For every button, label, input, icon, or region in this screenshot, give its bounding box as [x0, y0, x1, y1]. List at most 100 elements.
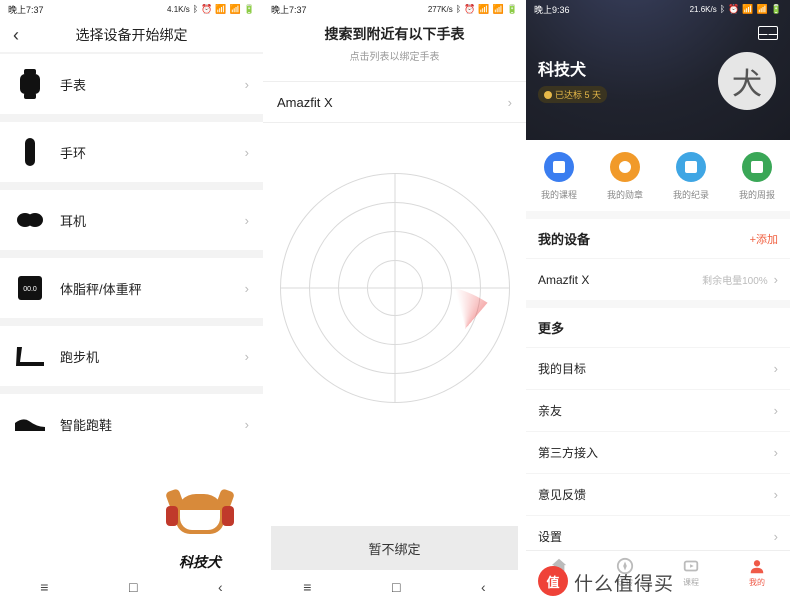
status-net: 21.6K/s [690, 5, 717, 14]
category-label: 手环 [60, 143, 245, 162]
chevron-right-icon: › [245, 213, 249, 228]
status-time: 晚上7:37 [8, 3, 44, 16]
nav-home-icon[interactable]: □ [392, 579, 400, 595]
device-row[interactable]: Amazfit X 剩余电量100% › [526, 258, 790, 300]
device-name: Amazfit X [277, 95, 333, 110]
wifi-icon: 📶 [230, 5, 241, 14]
search-title: 搜索到附近有以下手表 [263, 24, 526, 44]
device-name: Amazfit X [538, 273, 589, 287]
profile-hero: 晚上9:36 21.6K/s ᛒ ⏰ 📶 📶 🔋 科技犬 已达标 5 天 犬 [526, 0, 790, 140]
status-time: 晚上9:36 [534, 3, 570, 16]
signal-icon: 📶 [215, 5, 226, 14]
wifi-icon: 📶 [757, 5, 768, 14]
more-feedback[interactable]: 意见反馈 › [526, 473, 790, 515]
tab-mine[interactable]: 我的 [724, 551, 790, 600]
screen-device-categories: 晚上7:37 4.1K/s ᛒ ⏰ 📶 📶 🔋 ‹ 选择设备开始绑定 手表 › … [0, 0, 263, 600]
medal-icon [610, 152, 640, 182]
shoe-icon [12, 406, 48, 442]
svg-text:00.0: 00.0 [23, 286, 37, 293]
band-icon [12, 134, 48, 170]
list-icon [676, 152, 706, 182]
chevron-right-icon: › [774, 361, 778, 376]
nav-back-icon[interactable]: ‹ [481, 579, 486, 595]
more-friends[interactable]: 亲友 › [526, 389, 790, 431]
radar-scanner [280, 173, 510, 403]
bluetooth-icon: ᛒ [456, 5, 461, 14]
quick-my-badges[interactable]: 我的勋章 [592, 152, 658, 201]
device-battery: 剩余电量100% [702, 272, 768, 287]
category-watch[interactable]: 手表 › [0, 54, 263, 114]
quick-my-records[interactable]: 我的纪录 [658, 152, 724, 201]
person-icon [748, 557, 766, 575]
more-goals[interactable]: 我的目标 › [526, 347, 790, 389]
streak-badge: 已达标 5 天 [538, 86, 607, 103]
chevron-right-icon: › [245, 145, 249, 160]
status-time: 晚上7:37 [271, 3, 307, 16]
quick-links-grid: 我的课程 我的勋章 我的纪录 我的周报 [526, 140, 790, 211]
bluetooth-icon: ᛒ [720, 5, 725, 14]
calendar-icon [742, 152, 772, 182]
bluetooth-icon: ᛒ [193, 5, 198, 14]
category-treadmill[interactable]: 跑步机 › [0, 326, 263, 386]
mascot-watermark: 科技犬 [155, 494, 245, 572]
category-scale[interactable]: 00.0 体脂秤/体重秤 › [0, 258, 263, 318]
status-bar: 晚上7:37 277K/s ᛒ ⏰ 📶 📶 🔋 [263, 0, 526, 18]
category-label: 耳机 [60, 211, 245, 230]
nav-back-icon[interactable]: ‹ [218, 579, 223, 595]
mascot-label: 科技犬 [155, 552, 245, 572]
status-net: 277K/s [428, 5, 453, 14]
signal-icon: 📶 [742, 5, 753, 14]
skip-bind-button[interactable]: 暂不绑定 [271, 526, 518, 570]
earbuds-icon [12, 202, 48, 238]
scale-icon: 00.0 [12, 270, 48, 306]
page-title: 选择设备开始绑定 [6, 25, 257, 45]
profile-username: 科技犬 [538, 56, 586, 80]
chevron-right-icon: › [774, 272, 778, 287]
wifi-icon: 📶 [493, 5, 504, 14]
play-icon [544, 152, 574, 182]
category-label: 体脂秤/体重秤 [60, 279, 245, 298]
category-label: 跑步机 [60, 347, 245, 366]
avatar[interactable]: 犬 [718, 52, 776, 110]
status-net: 4.1K/s [167, 5, 190, 14]
screen-device-search: 晚上7:37 277K/s ᛒ ⏰ 📶 📶 🔋 搜索到附近有以下手表 点击列表以… [263, 0, 526, 600]
section-title: 我的设备 [538, 229, 590, 248]
nav-home-icon[interactable]: □ [129, 579, 137, 595]
battery-icon: 🔋 [771, 5, 782, 14]
category-shoe[interactable]: 智能跑鞋 › [0, 394, 263, 454]
screen-profile: 晚上9:36 21.6K/s ᛒ ⏰ 📶 📶 🔋 科技犬 已达标 5 天 犬 我… [526, 0, 790, 600]
quick-my-courses[interactable]: 我的课程 [526, 152, 592, 201]
chevron-right-icon: › [245, 349, 249, 364]
signal-icon: 📶 [478, 5, 489, 14]
battery-icon: 🔋 [244, 5, 255, 14]
chevron-right-icon: › [774, 529, 778, 544]
category-label: 智能跑鞋 [60, 415, 245, 434]
category-band[interactable]: 手环 › [0, 122, 263, 182]
search-subtitle: 点击列表以绑定手表 [263, 48, 526, 63]
treadmill-icon [12, 338, 48, 374]
chevron-right-icon: › [245, 281, 249, 296]
status-bar: 晚上7:37 4.1K/s ᛒ ⏰ 📶 📶 🔋 [0, 0, 263, 18]
alarm-icon: ⏰ [201, 5, 212, 14]
category-label: 手表 [60, 75, 245, 94]
chevron-right-icon: › [774, 403, 778, 418]
site-watermark-text: 什么值得买 [574, 569, 674, 596]
quick-my-weekly[interactable]: 我的周报 [724, 152, 790, 201]
chevron-right-icon: › [245, 77, 249, 92]
alarm-icon: ⏰ [464, 5, 475, 14]
more-section: 更多 我的目标 › 亲友 › 第三方接入 › 意见反馈 › 设置 › [526, 308, 790, 557]
more-thirdparty[interactable]: 第三方接入 › [526, 431, 790, 473]
category-earbuds[interactable]: 耳机 › [0, 190, 263, 250]
nav-recent-icon[interactable]: ≡ [303, 579, 311, 595]
messages-icon[interactable] [758, 26, 778, 40]
chevron-right-icon: › [774, 445, 778, 460]
chevron-right-icon: › [774, 487, 778, 502]
nav-recent-icon[interactable]: ≡ [40, 579, 48, 595]
add-device-button[interactable]: +添加 [750, 231, 778, 247]
chevron-right-icon: › [508, 95, 512, 110]
found-device-row[interactable]: Amazfit X › [263, 81, 526, 123]
section-title: 更多 [538, 318, 564, 337]
site-watermark-badge: 值 [538, 566, 568, 596]
my-devices-section: 我的设备 +添加 Amazfit X 剩余电量100% › [526, 219, 790, 300]
chevron-right-icon: › [245, 417, 249, 432]
